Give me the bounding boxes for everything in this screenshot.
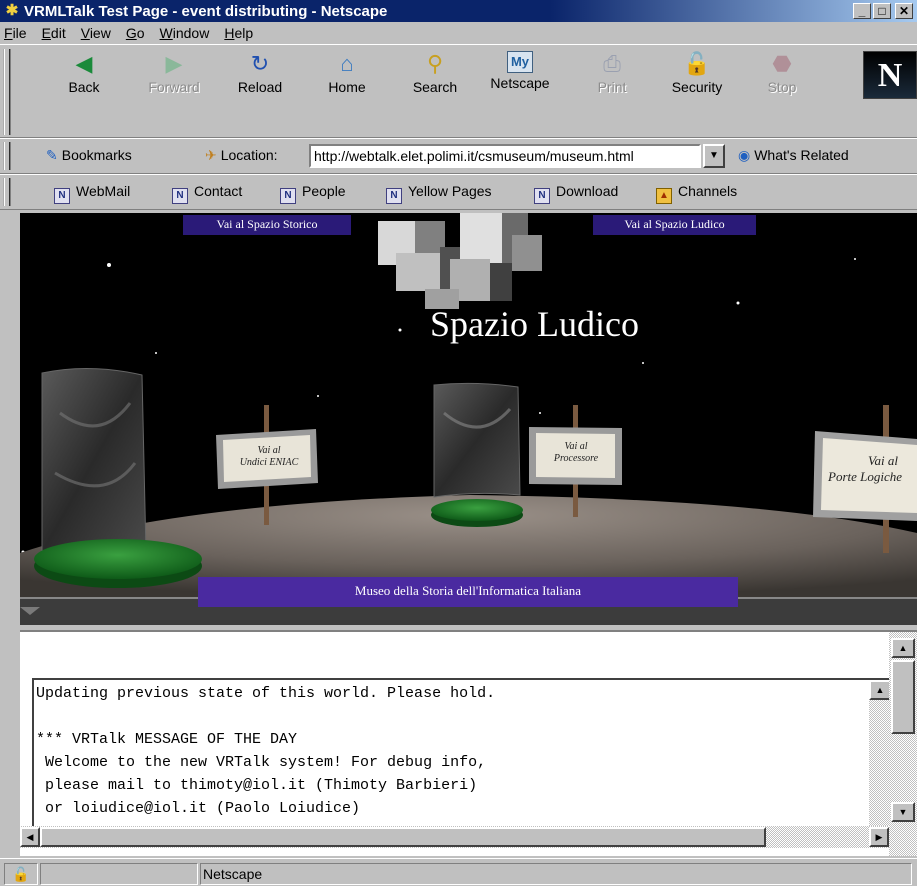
bookmark-page-icon: N <box>280 188 296 204</box>
frame-vertical-scrollbar[interactable]: ▲ ▼ <box>889 632 917 856</box>
whats-related-button[interactable]: ◉ What's Related <box>738 147 849 164</box>
netscape-button[interactable]: My Netscape <box>484 51 556 91</box>
sign-eniac[interactable]: Vai al Undici ENIAC <box>228 445 310 469</box>
netscape-icon: My <box>507 51 533 73</box>
forward-arrow-icon: ▶ <box>165 51 183 76</box>
menu-file[interactable]: File <box>4 25 27 41</box>
home-icon: ⌂ <box>340 51 354 76</box>
close-button[interactable]: ✕ <box>895 3 913 19</box>
download-link[interactable]: N Download <box>534 183 618 204</box>
message-console[interactable]: Updating previous state of this world. P… <box>32 678 893 830</box>
location-toolbar: ✎ Bookmarks ✈ Location: http://webtalk.ele… <box>0 138 917 174</box>
back-button[interactable]: ◀ Back <box>48 51 120 95</box>
search-icon: ⚲ <box>426 51 444 76</box>
people-link[interactable]: N People <box>280 183 346 204</box>
scroll-down-button[interactable]: ▼ <box>891 802 915 822</box>
sign-processore[interactable]: Vai al Processore <box>538 441 614 465</box>
stop-button[interactable]: ⬣ Stop <box>746 51 818 95</box>
frame-horizontal-scrollbar[interactable]: ◀ ▶ <box>20 826 889 848</box>
scene-title: Spazio Ludico <box>430 304 639 344</box>
window-controls: _ □ ✕ <box>853 3 913 19</box>
scroll-up-button[interactable]: ▲ <box>891 638 915 658</box>
yellow-pages-link[interactable]: N Yellow Pages <box>386 183 492 204</box>
title-bar: ✱ VRMLTalk Test Page - event distributin… <box>0 0 917 22</box>
scroll-left-button[interactable]: ◀ <box>20 827 40 847</box>
home-button[interactable]: ⌂ Home <box>311 51 383 95</box>
location-input[interactable]: http://webtalk.elet.polimi.it/csmuseum/m… <box>309 144 701 168</box>
security-lock-icon: 🔓 <box>683 51 711 76</box>
progress-bar <box>40 863 198 885</box>
sign-porte-logiche[interactable]: Vai al Porte Logiche <box>828 453 917 484</box>
security-lock-icon[interactable]: 🔓 <box>4 863 38 885</box>
webmail-link[interactable]: N WebMail <box>54 183 130 204</box>
toolbar-grip[interactable] <box>3 178 11 206</box>
netscape-logo-icon[interactable]: N <box>863 51 917 99</box>
museum-banner[interactable]: Museo della Storia dell'Informatica Ital… <box>198 577 738 607</box>
console-text: Updating previous state of this world. P… <box>36 685 496 817</box>
vrml-viewport[interactable]: Vai al Spazio Storico Vai al Spazio Ludi… <box>20 213 917 625</box>
netscape-app-icon: ✱ <box>5 2 19 19</box>
location-label: ✈ Location: <box>205 147 278 163</box>
bookmarks-icon: ✎ <box>46 147 58 163</box>
status-bar: 🔓 Netscape <box>0 858 917 886</box>
bookmark-page-icon: N <box>54 188 70 204</box>
bookmark-page-icon: N <box>172 188 188 204</box>
location-dropdown-button[interactable]: ▼ <box>703 144 725 168</box>
scroll-up-button[interactable]: ▲ <box>869 680 891 700</box>
back-arrow-icon: ◀ <box>75 51 93 76</box>
bookmarks-button[interactable]: ✎ Bookmarks <box>46 147 132 164</box>
forward-button[interactable]: ▶ Forward <box>138 51 210 95</box>
console-vertical-scrollbar[interactable]: ▲ <box>869 680 891 828</box>
window-title: VRMLTalk Test Page - event distributing … <box>24 2 388 20</box>
menu-edit[interactable]: Edit <box>42 25 66 41</box>
bookmark-page-icon: N <box>386 188 402 204</box>
stop-icon: ⬣ <box>772 51 792 76</box>
floating-cubes <box>378 213 542 309</box>
whats-related-icon: ◉ <box>738 147 751 163</box>
reload-button[interactable]: ↻ Reload <box>224 51 296 95</box>
channels-icon: ▲ <box>656 188 672 204</box>
toolbar-grip[interactable] <box>3 142 11 170</box>
channels-link[interactable]: ▲ Channels <box>656 183 737 204</box>
scene-graphics <box>20 213 917 625</box>
location-icon: ✈ <box>205 147 217 163</box>
security-button[interactable]: 🔓 Security <box>661 51 733 95</box>
scrollbar-thumb[interactable] <box>40 827 766 847</box>
menu-window[interactable]: Window <box>160 25 210 41</box>
personal-toolbar: N WebMail N Contact N People N Yellow Pages … <box>0 174 917 210</box>
toolbar-grip[interactable] <box>3 49 11 135</box>
link-spazio-ludico[interactable]: Vai al Spazio Ludico <box>593 215 756 235</box>
menu-help[interactable]: Help <box>224 25 253 41</box>
scroll-right-button[interactable]: ▶ <box>869 827 889 847</box>
print-button[interactable]: ⎙ Print <box>576 51 648 95</box>
status-text: Netscape <box>200 863 912 885</box>
maximize-button[interactable]: □ <box>873 3 891 19</box>
search-button[interactable]: ⚲ Search <box>399 51 471 95</box>
print-icon: ⎙ <box>603 51 621 76</box>
scrollbar-thumb[interactable] <box>891 660 915 734</box>
reload-icon: ↻ <box>250 51 270 76</box>
menu-go[interactable]: Go <box>126 25 145 41</box>
contact-link[interactable]: N Contact <box>172 183 242 204</box>
bookmark-page-icon: N <box>534 188 550 204</box>
chat-frame: Updating previous state of this world. P… <box>20 630 917 856</box>
navigation-toolbar: ◀ Back ▶ Forward ↻ Reload ⌂ Home ⚲ Searc… <box>0 44 917 138</box>
menu-bar: File Edit View Go Window Help <box>0 22 917 44</box>
menu-view[interactable]: View <box>81 25 111 41</box>
link-spazio-storico[interactable]: Vai al Spazio Storico <box>183 215 351 235</box>
minimize-button[interactable]: _ <box>853 3 871 19</box>
